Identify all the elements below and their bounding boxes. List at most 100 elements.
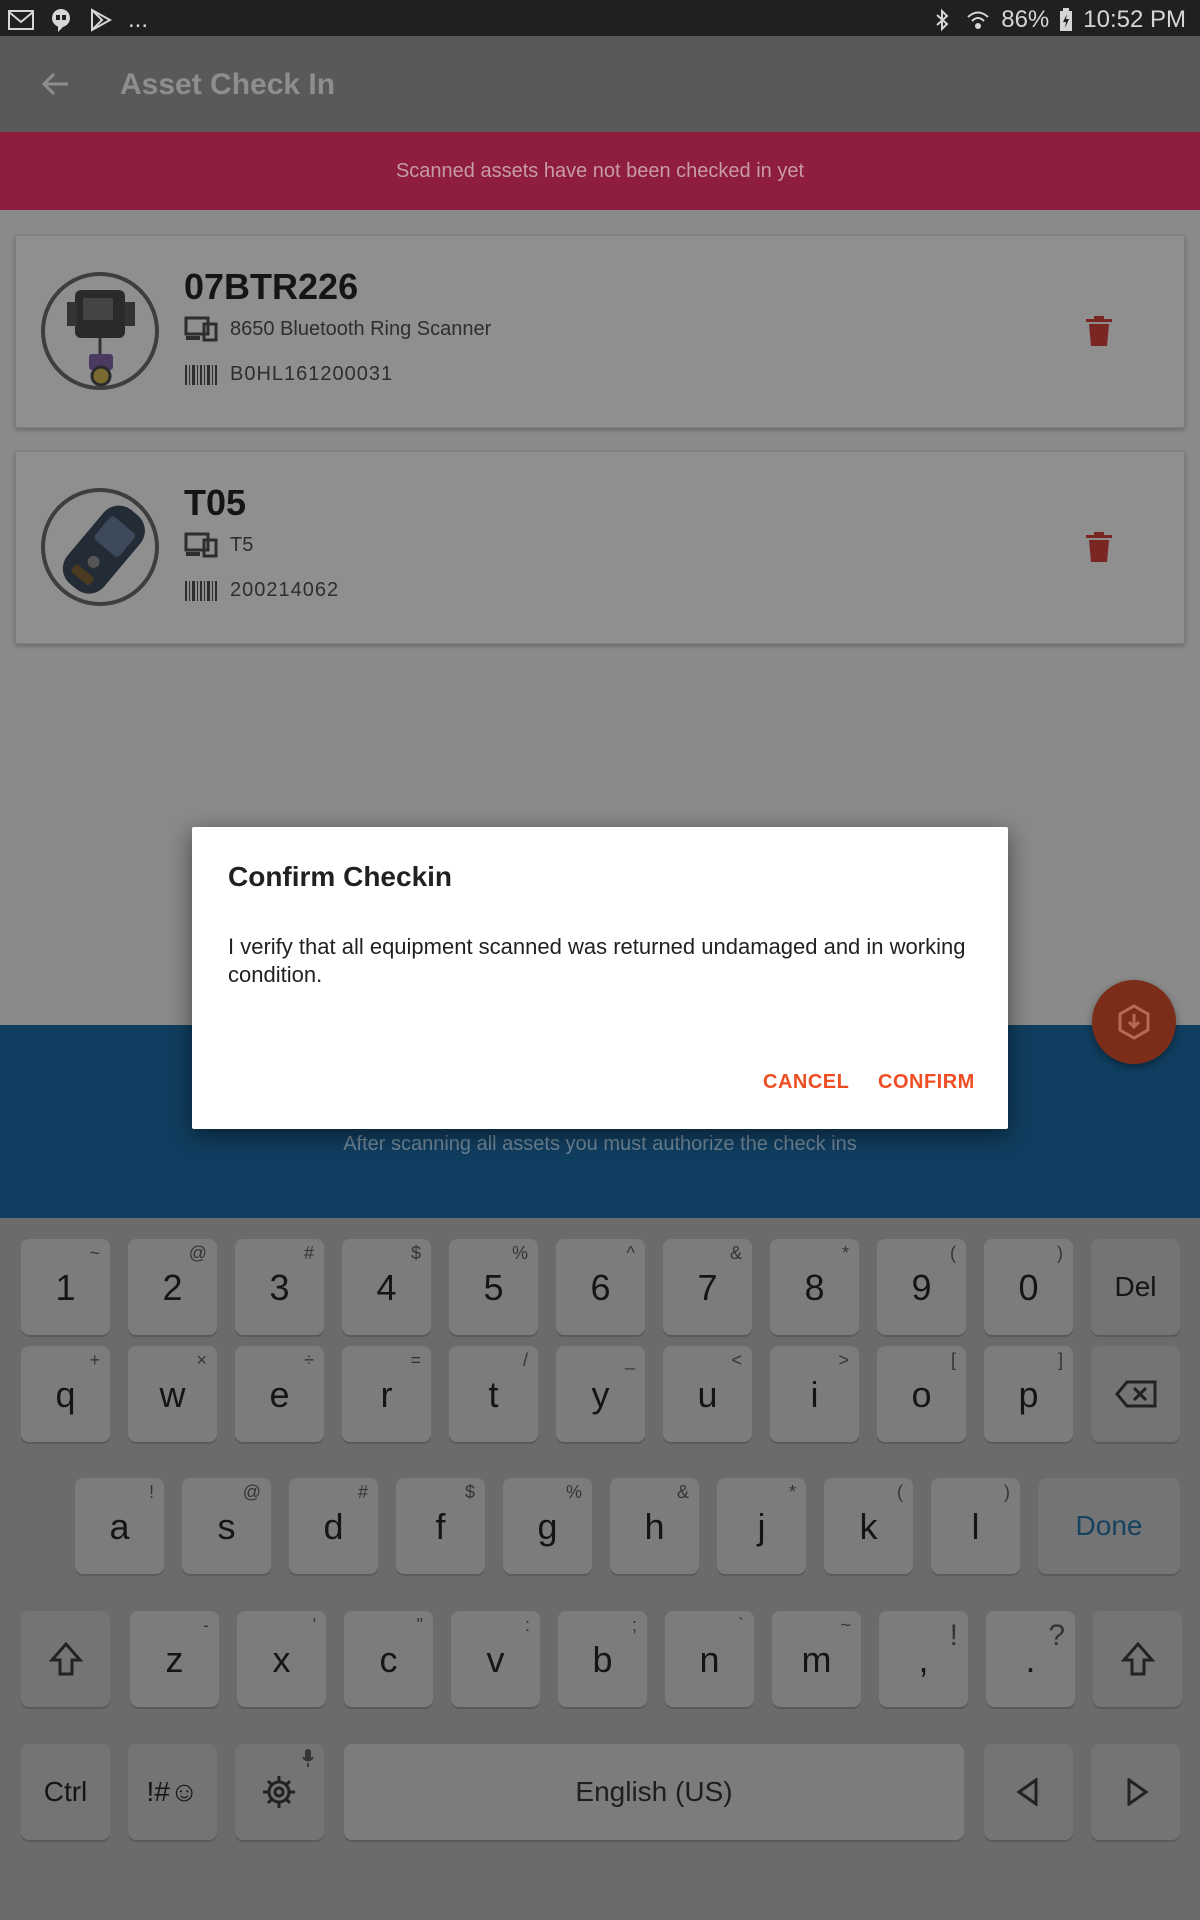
asset-card[interactable]: 07BTR226 8650 Bluetooth Ring Scanner B0H… <box>15 235 1185 428</box>
confirm-button[interactable]: CONFIRM <box>878 1071 975 1094</box>
key-v[interactable]: v: <box>451 1611 540 1707</box>
key-s[interactable]: s @ <box>182 1478 271 1574</box>
key-q[interactable]: q + <box>21 1346 110 1442</box>
key-t[interactable]: t / <box>449 1346 538 1442</box>
key-label: u <box>697 1374 718 1415</box>
back-arrow-icon[interactable] <box>38 66 74 102</box>
key-comma[interactable]: ,! <box>879 1611 968 1707</box>
bluetooth-icon <box>936 8 949 32</box>
key-label: 1 <box>55 1267 76 1308</box>
key-alt-label: ] <box>1057 1350 1063 1370</box>
key-i[interactable]: i > <box>770 1346 859 1442</box>
clock: 10:52 PM <box>1083 6 1186 33</box>
key-p[interactable]: p] <box>984 1346 1073 1442</box>
key-u[interactable]: u < <box>663 1346 752 1442</box>
key-alt-label: # <box>357 1482 368 1502</box>
key-o[interactable]: o[ <box>877 1346 966 1442</box>
key-2[interactable]: 2 @ <box>128 1239 217 1335</box>
key-label: w <box>159 1374 186 1415</box>
arrow-right-icon <box>1127 1778 1149 1806</box>
authorize-hint: After scanning all assets you must autho… <box>343 1133 857 1155</box>
key-f[interactable]: f $ <box>396 1478 485 1574</box>
key-alt-label: ! <box>148 1482 154 1502</box>
key-m[interactable]: m ~ <box>772 1611 861 1707</box>
battery-icon <box>1060 8 1073 31</box>
key-c[interactable]: c " <box>344 1611 433 1707</box>
key-settings[interactable] <box>235 1744 324 1840</box>
asset-model: T5 <box>230 533 254 556</box>
t5-device-image <box>62 505 145 594</box>
key-ctrl[interactable]: Ctrl <box>21 1744 110 1840</box>
app-bar: Asset Check In <box>0 36 1200 132</box>
key-label: k <box>859 1506 878 1547</box>
key-alt-label: & <box>729 1243 742 1263</box>
key-arrow-right[interactable] <box>1091 1744 1180 1840</box>
key-period[interactable]: .? <box>986 1611 1075 1707</box>
key-d[interactable]: d # <box>289 1478 378 1574</box>
checkin-fab-button[interactable] <box>1092 980 1176 1064</box>
key-z[interactable]: z- <box>130 1611 219 1707</box>
key-alt-label: " <box>416 1615 423 1635</box>
barcode-icon <box>185 364 217 385</box>
key-shift-right[interactable] <box>1093 1611 1182 1707</box>
key-alt-label: ' <box>312 1615 316 1635</box>
key-label: v <box>486 1639 505 1680</box>
key-n[interactable]: n ` <box>665 1611 754 1707</box>
notification-overflow: ... <box>128 6 149 33</box>
key-b[interactable]: b; <box>558 1611 647 1707</box>
arrow-left-icon <box>1016 1778 1038 1806</box>
soft-keyboard: 1 ~ 2 @ 3 # 4 $ 5% 6 ^ 7 & 8 * 9( 0) Del q + w × … <box>0 1218 1200 1920</box>
key-alt-label: * <box>788 1482 796 1502</box>
key-l[interactable]: l) <box>931 1478 1020 1574</box>
key-label: z <box>165 1639 184 1680</box>
delete-icon[interactable] <box>1086 532 1112 562</box>
key-j[interactable]: j * <box>717 1478 806 1574</box>
key-shift-left[interactable] <box>21 1611 110 1707</box>
key-0[interactable]: 0) <box>984 1239 1073 1335</box>
key-alt-label: / <box>522 1350 528 1370</box>
status-bar: ... 86% 10:52 PM <box>0 0 1200 36</box>
key-8[interactable]: 8 * <box>770 1239 859 1335</box>
key-label: j <box>757 1506 766 1547</box>
asset-card[interactable]: T05 T5 200214062 <box>15 451 1185 644</box>
key-x[interactable]: x ' <box>237 1611 326 1707</box>
asset-name: 07BTR226 <box>184 266 359 307</box>
key-backspace[interactable] <box>1091 1346 1180 1442</box>
key-7[interactable]: 7 & <box>663 1239 752 1335</box>
cancel-button[interactable]: CANCEL <box>763 1071 849 1094</box>
key-arrow-left[interactable] <box>984 1744 1073 1840</box>
key-label: s <box>217 1506 236 1547</box>
key-alt-label: ? <box>1048 1619 1065 1652</box>
key-y[interactable]: y _ <box>556 1346 645 1442</box>
key-a[interactable]: a! <box>75 1478 164 1574</box>
key-e[interactable]: e ÷ <box>235 1346 324 1442</box>
gear-icon <box>263 1776 295 1808</box>
key-label: i <box>810 1374 819 1415</box>
key-alt-label: ^ <box>626 1243 635 1263</box>
key-k[interactable]: k( <box>824 1478 913 1574</box>
key-h[interactable]: h & <box>610 1478 699 1574</box>
key-del[interactable]: Del <box>1091 1239 1180 1335</box>
key-alt-label: % <box>511 1243 528 1263</box>
key-alt-label: [ <box>950 1350 956 1370</box>
key-label: d <box>323 1506 344 1547</box>
key-g[interactable]: g% <box>503 1478 592 1574</box>
key-5[interactable]: 5% <box>449 1239 538 1335</box>
key-alt-label: # <box>303 1243 314 1263</box>
key-done[interactable]: Done <box>1038 1478 1180 1574</box>
confirm-checkin-dialog: Confirm Checkin I verify that all equipm… <box>192 827 1008 1129</box>
page-title: Asset Check In <box>120 68 336 101</box>
key-label: h <box>644 1506 665 1547</box>
key-1[interactable]: 1 ~ <box>21 1239 110 1335</box>
key-r[interactable]: r = <box>342 1346 431 1442</box>
key-4[interactable]: 4 $ <box>342 1239 431 1335</box>
key-w[interactable]: w × <box>128 1346 217 1442</box>
key-9[interactable]: 9( <box>877 1239 966 1335</box>
key-6[interactable]: 6 ^ <box>556 1239 645 1335</box>
key-space[interactable]: English (US) <box>344 1744 964 1840</box>
key-3[interactable]: 3 # <box>235 1239 324 1335</box>
key-alt-label: ~ <box>840 1615 851 1635</box>
key-symbols[interactable]: !#☺ <box>128 1744 217 1840</box>
delete-icon[interactable] <box>1086 316 1112 346</box>
key-label: English (US) <box>575 1776 733 1807</box>
